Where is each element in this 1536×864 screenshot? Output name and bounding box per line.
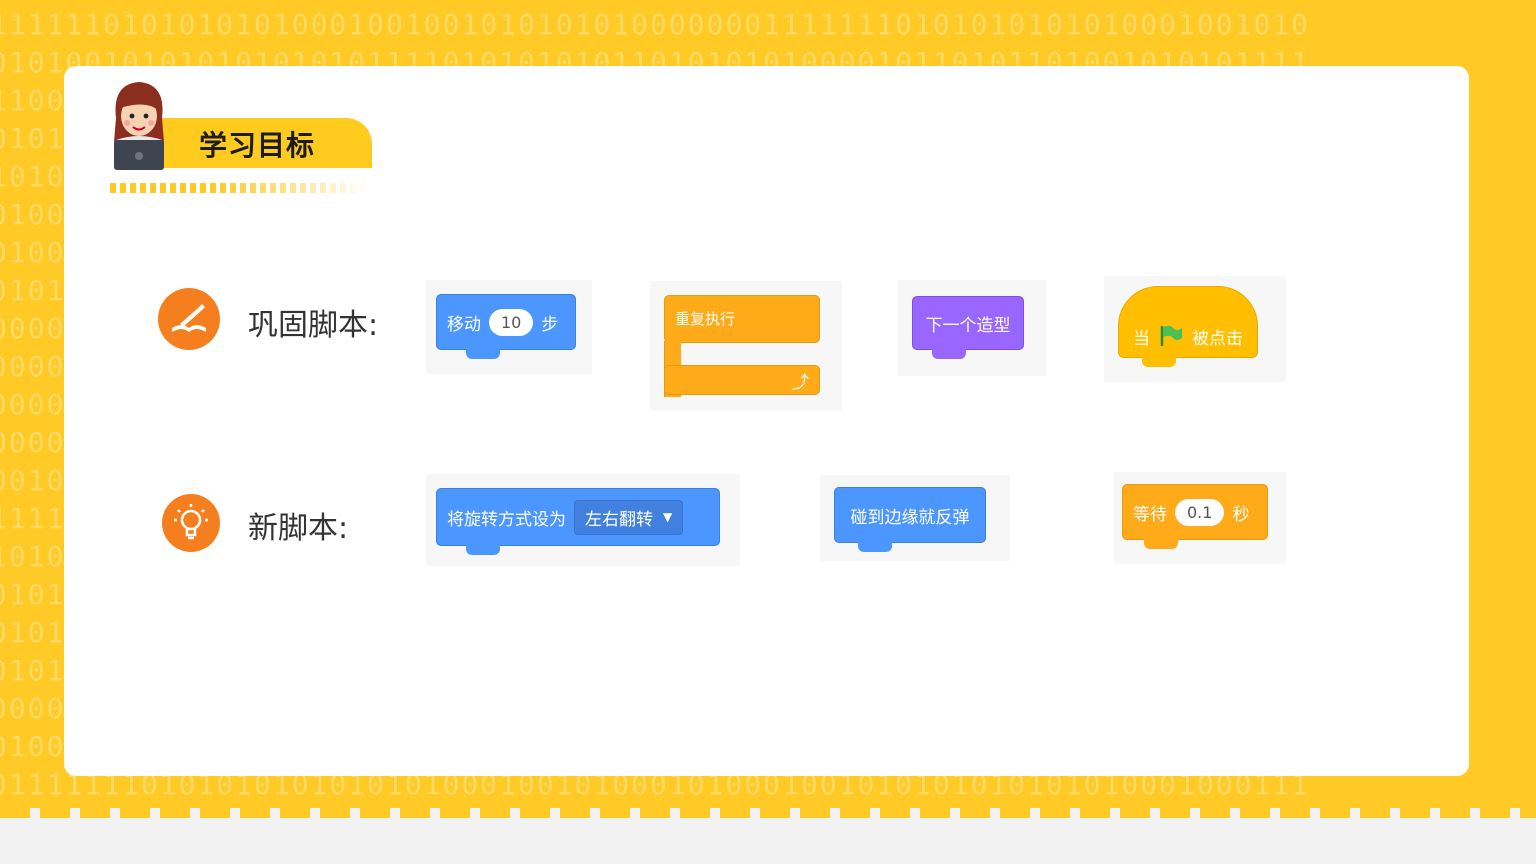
- block-notch: [932, 349, 966, 359]
- move-block-card: 移动 10 步: [426, 280, 592, 374]
- page-title: 学习目标: [199, 129, 316, 162]
- repeat-block-label: 重复执行: [675, 310, 736, 328]
- binary-row: 1111110101010101000100100101010101000000…: [0, 8, 1311, 41]
- title-underline-dashes: [110, 183, 370, 193]
- block-notch: [466, 349, 500, 359]
- new-section-label: 新脚本:: [248, 511, 349, 546]
- wait-block-card: 等待 0.1 秒: [1114, 472, 1286, 564]
- repeat-block-footer: ⤴: [664, 365, 820, 395]
- wait-seconds-input[interactable]: 0.1: [1175, 498, 1225, 526]
- lightbulb-icon: [162, 494, 220, 552]
- loop-arrow-icon: ⤴: [792, 372, 809, 393]
- review-section-label: 巩固脚本:: [248, 308, 379, 343]
- dropdown-caret-icon: ▼: [663, 510, 673, 524]
- next-costume-label: 下一个造型: [925, 315, 1011, 336]
- bottom-strip: [0, 818, 1536, 864]
- block-notch: [858, 542, 892, 552]
- when-flag-prefix: 当: [1133, 328, 1150, 349]
- move-steps-block[interactable]: 移动 10 步: [436, 294, 576, 350]
- block-notch: [466, 545, 500, 555]
- rotation-style-dropdown[interactable]: 左右翻转 ▼: [574, 499, 684, 535]
- girl-avatar-icon: [114, 82, 164, 170]
- repeat-forever-block[interactable]: 重复执行: [664, 295, 820, 343]
- move-block-prefix: 移动: [447, 314, 481, 335]
- bounce-block-label: 碰到边缘就反弹: [850, 507, 970, 528]
- green-flag-icon: [1160, 325, 1182, 346]
- bottom-border: [0, 800, 1536, 820]
- wait-block-suffix: 秒: [1232, 504, 1250, 525]
- when-flag-suffix: 被点击: [1192, 328, 1243, 349]
- content-panel: [64, 66, 1469, 776]
- next-costume-block-card: 下一个造型: [898, 280, 1046, 376]
- bounce-block-card: 碰到边缘就反弹: [820, 475, 1010, 561]
- block-notch: [1142, 357, 1176, 367]
- bounce-on-edge-block[interactable]: 碰到边缘就反弹: [834, 487, 986, 543]
- move-block-suffix: 步: [541, 314, 559, 335]
- rotation-style-label: 将旋转方式设为: [447, 509, 566, 530]
- next-costume-block[interactable]: 下一个造型: [912, 296, 1024, 350]
- repeat-block-card: 重复执行 ⤴: [650, 281, 842, 411]
- move-steps-input[interactable]: 10: [489, 308, 534, 336]
- wait-seconds-block[interactable]: 等待 0.1 秒: [1122, 484, 1268, 540]
- block-notch: [1144, 539, 1178, 549]
- when-flag-clicked-block[interactable]: 当 被点击: [1118, 286, 1258, 358]
- wait-block-prefix: 等待: [1133, 504, 1167, 525]
- rotation-style-value: 左右翻转: [585, 509, 653, 530]
- when-flag-block-card: 当 被点击: [1104, 276, 1286, 382]
- rotation-style-block-card: 将旋转方式设为 左右翻转 ▼: [426, 474, 740, 566]
- book-pen-icon: [158, 288, 220, 350]
- set-rotation-style-block[interactable]: 将旋转方式设为 左右翻转 ▼: [436, 488, 720, 546]
